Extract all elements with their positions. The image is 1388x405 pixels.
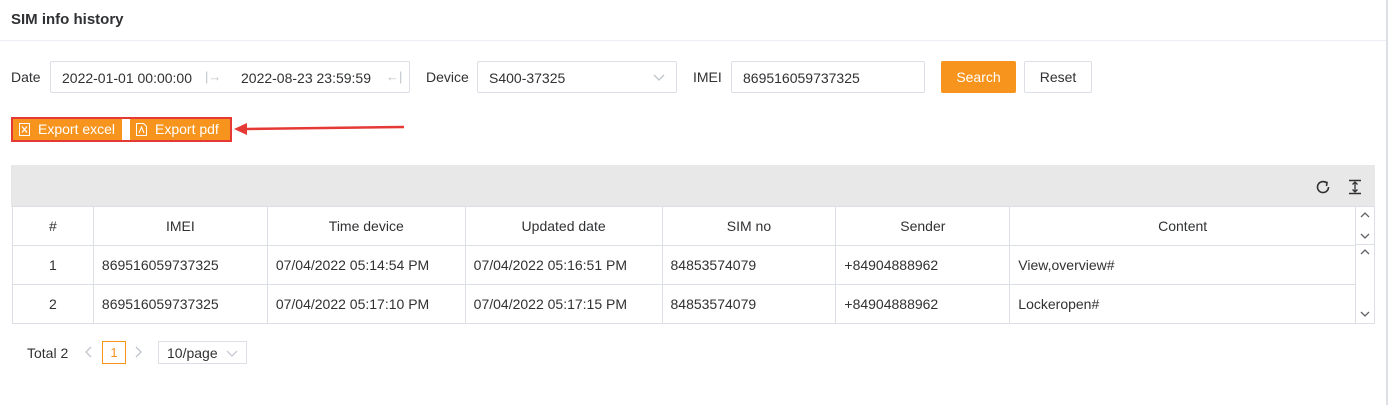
- column-header-imei[interactable]: IMEI: [92, 206, 268, 246]
- pagination-total: Total 2: [27, 345, 69, 361]
- table-header-row: # IMEI Time device Updated date SIM no S…: [12, 206, 1356, 246]
- page-size-select[interactable]: 10/page: [158, 341, 247, 364]
- export-pdf-button[interactable]: Export pdf: [130, 119, 230, 140]
- cell-sender: +84904888962: [835, 284, 1011, 324]
- cell-sim-no: 84853574079: [661, 284, 837, 324]
- cell-imei: 869516059737325: [92, 284, 268, 324]
- table-row[interactable]: 1 869516059737325 07/04/2022 05:14:54 PM…: [12, 245, 1356, 285]
- search-button[interactable]: Search: [941, 61, 1016, 93]
- column-header-sim-no[interactable]: SIM no: [661, 206, 837, 246]
- body-scrollbar[interactable]: [1356, 245, 1375, 324]
- table-toolbar: [11, 165, 1375, 207]
- cell-imei: 869516059737325: [92, 245, 268, 285]
- column-header-time-device[interactable]: Time device: [266, 206, 466, 246]
- date-end-value[interactable]: 2022-08-23 23:59:59: [241, 70, 371, 86]
- column-height-icon[interactable]: [1346, 178, 1364, 196]
- page-title: SIM info history: [11, 11, 124, 28]
- device-label: Device: [426, 69, 469, 85]
- imei-input-value[interactable]: 869516059737325: [743, 70, 860, 86]
- cell-sim-no: 84853574079: [661, 245, 837, 285]
- annotation-arrow-icon: [234, 123, 405, 135]
- scroll-down-icon[interactable]: [1360, 310, 1370, 318]
- range-start-icon: |→: [205, 69, 222, 84]
- imei-input[interactable]: 869516059737325: [731, 61, 925, 93]
- date-label: Date: [11, 69, 41, 85]
- imei-label: IMEI: [693, 69, 722, 85]
- chevron-right-icon[interactable]: [133, 346, 143, 358]
- range-end-icon: ←|: [386, 69, 403, 84]
- scroll-up-icon[interactable]: [1360, 248, 1370, 256]
- export-excel-button[interactable]: Export excel: [13, 119, 122, 140]
- scroll-down-icon[interactable]: [1360, 232, 1370, 240]
- device-select[interactable]: S400-37325: [477, 61, 677, 93]
- column-header-sender[interactable]: Sender: [835, 206, 1011, 246]
- cell-updated-date: 07/04/2022 05:16:51 PM: [464, 245, 663, 285]
- page-size-value: 10/page: [167, 345, 218, 361]
- chevron-down-icon: [653, 74, 665, 81]
- export-excel-label: Export excel: [38, 121, 116, 137]
- title-divider: [0, 40, 1388, 41]
- cell-updated-date: 07/04/2022 05:17:15 PM: [464, 284, 663, 324]
- file-excel-icon: [19, 123, 30, 136]
- export-pdf-label: Export pdf: [155, 121, 219, 137]
- cell-index: 1: [12, 245, 94, 285]
- cell-index: 2: [12, 284, 94, 324]
- cell-content: Lockeropen#: [1009, 284, 1356, 324]
- cell-time-device: 07/04/2022 05:14:54 PM: [266, 245, 466, 285]
- column-header-content[interactable]: Content: [1009, 206, 1356, 246]
- cell-sender: +84904888962: [835, 245, 1011, 285]
- sim-history-table: # IMEI Time device Updated date SIM no S…: [12, 206, 1356, 324]
- chevron-left-icon[interactable]: [84, 346, 94, 358]
- refresh-icon[interactable]: [1314, 178, 1332, 196]
- header-scrollbar[interactable]: [1356, 206, 1375, 245]
- table-row[interactable]: 2 869516059737325 07/04/2022 05:17:10 PM…: [12, 284, 1356, 324]
- date-range-picker[interactable]: 2022-01-01 00:00:00 |→ 2022-08-23 23:59:…: [50, 61, 410, 93]
- chevron-down-icon: [226, 350, 238, 357]
- file-pdf-icon: [136, 123, 147, 136]
- pagination-page-current[interactable]: 1: [102, 341, 126, 364]
- cell-content: View,overview#: [1009, 245, 1356, 285]
- column-header-index[interactable]: #: [12, 206, 94, 246]
- device-select-value: S400-37325: [489, 70, 566, 86]
- cell-time-device: 07/04/2022 05:17:10 PM: [266, 284, 466, 324]
- reset-button[interactable]: Reset: [1024, 61, 1092, 93]
- column-header-updated-date[interactable]: Updated date: [464, 206, 663, 246]
- scroll-up-icon[interactable]: [1360, 211, 1370, 219]
- date-start-value[interactable]: 2022-01-01 00:00:00: [62, 70, 192, 86]
